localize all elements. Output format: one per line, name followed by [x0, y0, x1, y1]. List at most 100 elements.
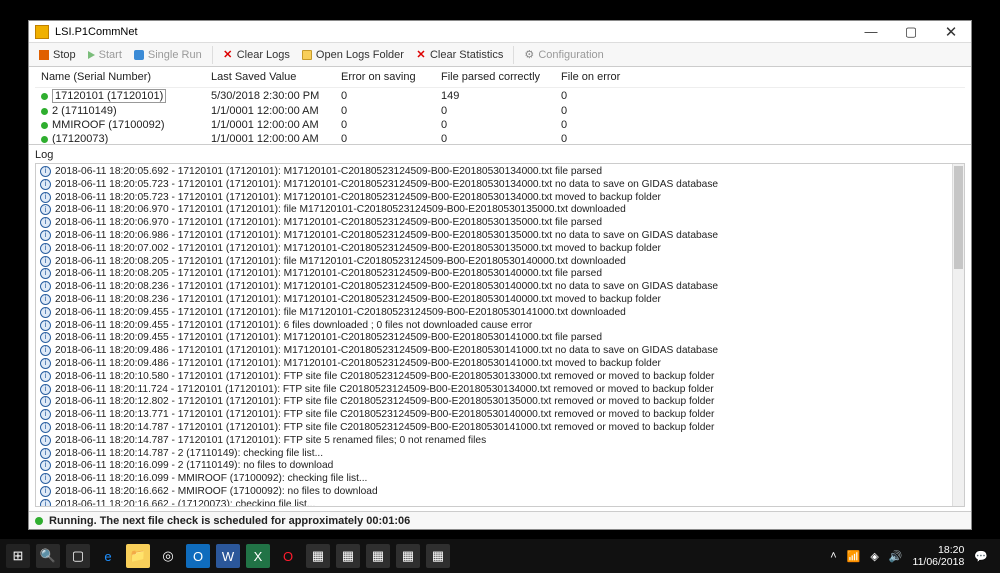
log-line[interactable]: i2018-06-11 18:20:06.986 - 17120101 (171…	[40, 230, 948, 243]
app-icon	[35, 25, 49, 39]
app-task-icon[interactable]: ▦	[306, 544, 330, 568]
log-line[interactable]: i2018-06-11 18:20:16.662 - (17120073): c…	[40, 499, 948, 506]
info-icon: i	[40, 384, 51, 395]
task-view-icon[interactable]: ▢	[66, 544, 90, 568]
status-dot-icon	[35, 517, 43, 525]
clock[interactable]: 18:20 11/06/2018	[913, 544, 965, 568]
app-task-icon[interactable]: ▦	[336, 544, 360, 568]
col-parsed-ok[interactable]: File parsed correctly	[435, 69, 555, 88]
chrome-icon[interactable]: ◎	[156, 544, 180, 568]
play-icon	[88, 51, 95, 59]
file-explorer-icon[interactable]: 📁	[126, 544, 150, 568]
log-line[interactable]: i2018-06-11 18:20:11.724 - 17120101 (171…	[40, 384, 948, 397]
info-icon: i	[40, 307, 51, 318]
table-row[interactable]: MMIROOF (17100092)1/1/0001 12:00:00 AM00…	[35, 118, 965, 132]
info-icon: i	[40, 294, 51, 305]
word-icon[interactable]: W	[216, 544, 240, 568]
log-line[interactable]: i2018-06-11 18:20:08.205 - 17120101 (171…	[40, 268, 948, 281]
close-button[interactable]: ✕	[931, 21, 971, 43]
info-icon: i	[40, 192, 51, 203]
maximize-button[interactable]: ▢	[891, 21, 931, 43]
log-line[interactable]: i2018-06-11 18:20:09.455 - 17120101 (171…	[40, 332, 948, 345]
app-window: LSI.P1CommNet — ▢ ✕ Stop Start Single Ru…	[28, 20, 972, 530]
log-line[interactable]: i2018-06-11 18:20:16.662 - MMIROOF (1710…	[40, 486, 948, 499]
scrollbar[interactable]	[952, 164, 964, 506]
col-file-error[interactable]: File on error	[555, 69, 965, 88]
system-tray[interactable]: ˄ 📶 ◈ 🔊 18:20 11/06/2018 💬	[830, 544, 994, 568]
opera-icon[interactable]: O	[276, 544, 300, 568]
log-line[interactable]: i2018-06-11 18:20:10.580 - 17120101 (171…	[40, 371, 948, 384]
minimize-button[interactable]: —	[851, 21, 891, 43]
notifications-icon[interactable]: 💬	[974, 550, 988, 563]
wifi-icon[interactable]: ◈	[870, 550, 878, 563]
log-line[interactable]: i2018-06-11 18:20:06.970 - 17120101 (171…	[40, 217, 948, 230]
status-dot-icon	[41, 122, 48, 129]
log-line[interactable]: i2018-06-11 18:20:13.771 - 17120101 (171…	[40, 409, 948, 422]
log-line[interactable]: i2018-06-11 18:20:08.236 - 17120101 (171…	[40, 294, 948, 307]
info-icon: i	[40, 448, 51, 459]
log-line[interactable]: i2018-06-11 18:20:05.723 - 17120101 (171…	[40, 192, 948, 205]
log-line[interactable]: i2018-06-11 18:20:14.787 - 17120101 (171…	[40, 435, 948, 448]
table-row[interactable]: (17120073)1/1/0001 12:00:00 AM000	[35, 132, 965, 145]
x-icon: ✕	[223, 50, 233, 60]
clear-logs-button[interactable]: ✕Clear Logs	[217, 47, 296, 63]
log-line[interactable]: i2018-06-11 18:20:09.486 - 17120101 (171…	[40, 358, 948, 371]
log-line[interactable]: i2018-06-11 18:20:09.486 - 17120101 (171…	[40, 345, 948, 358]
col-last-saved[interactable]: Last Saved Value	[205, 69, 335, 88]
info-icon: i	[40, 268, 51, 279]
log-line[interactable]: i2018-06-11 18:20:08.236 - 17120101 (171…	[40, 281, 948, 294]
gear-icon: ⚙	[524, 50, 534, 60]
info-icon: i	[40, 320, 51, 331]
app-task-icon[interactable]: ▦	[426, 544, 450, 568]
col-name[interactable]: Name (Serial Number)	[35, 69, 205, 88]
start-button[interactable]: ⊞	[6, 544, 30, 568]
log-list[interactable]: i2018-06-11 18:20:05.692 - 17120101 (171…	[36, 164, 952, 506]
info-icon: i	[40, 345, 51, 356]
scrollbar-thumb[interactable]	[954, 166, 963, 269]
status-dot-icon	[41, 93, 48, 100]
info-icon: i	[40, 358, 51, 369]
single-run-button[interactable]: Single Run	[128, 47, 208, 63]
info-icon: i	[40, 435, 51, 446]
log-line[interactable]: i2018-06-11 18:20:08.205 - 17120101 (171…	[40, 256, 948, 269]
configuration-button[interactable]: ⚙Configuration	[518, 47, 609, 63]
outlook-icon[interactable]: O	[186, 544, 210, 568]
log-line[interactable]: i2018-06-11 18:20:14.787 - 17120101 (171…	[40, 422, 948, 435]
network-icon[interactable]: 📶	[847, 550, 861, 563]
device-grid[interactable]: Name (Serial Number) Last Saved Value Er…	[29, 67, 971, 145]
clear-stats-button[interactable]: ✕Clear Statistics	[410, 47, 509, 63]
chevron-up-icon[interactable]: ˄	[830, 550, 836, 562]
app-task-icon[interactable]: ▦	[366, 544, 390, 568]
log-line[interactable]: i2018-06-11 18:20:14.787 - 2 (17110149):…	[40, 448, 948, 461]
table-row[interactable]: 2 (17110149)1/1/0001 12:00:00 AM000	[35, 104, 965, 118]
log-line[interactable]: i2018-06-11 18:20:16.099 - MMIROOF (1710…	[40, 473, 948, 486]
log-label: Log	[29, 145, 971, 163]
log-line[interactable]: i2018-06-11 18:20:05.692 - 17120101 (171…	[40, 166, 948, 179]
folder-icon	[302, 50, 312, 60]
col-error-saving[interactable]: Error on saving	[335, 69, 435, 88]
log-line[interactable]: i2018-06-11 18:20:07.002 - 17120101 (171…	[40, 243, 948, 256]
log-line[interactable]: i2018-06-11 18:20:09.455 - 17120101 (171…	[40, 307, 948, 320]
log-line[interactable]: i2018-06-11 18:20:06.970 - 17120101 (171…	[40, 204, 948, 217]
log-line[interactable]: i2018-06-11 18:20:16.099 - 2 (17110149):…	[40, 460, 948, 473]
open-logs-folder-button[interactable]: Open Logs Folder	[296, 47, 410, 63]
info-icon: i	[40, 204, 51, 215]
search-icon[interactable]: 🔍	[36, 544, 60, 568]
status-text: Running. The next file check is schedule…	[49, 515, 410, 527]
start-button[interactable]: Start	[82, 47, 128, 63]
info-icon: i	[40, 409, 51, 420]
log-line[interactable]: i2018-06-11 18:20:12.802 - 17120101 (171…	[40, 396, 948, 409]
info-icon: i	[40, 217, 51, 228]
titlebar[interactable]: LSI.P1CommNet — ▢ ✕	[29, 21, 971, 43]
app-task-icon[interactable]: ▦	[396, 544, 420, 568]
taskbar[interactable]: ⊞ 🔍 ▢ e 📁 ◎ O W X O ▦ ▦ ▦ ▦ ▦ ˄ 📶 ◈ 🔊 18…	[0, 539, 1000, 573]
edge-icon[interactable]: e	[96, 544, 120, 568]
info-icon: i	[40, 230, 51, 241]
volume-icon[interactable]: 🔊	[889, 550, 903, 563]
table-row[interactable]: 17120101 (17120101)5/30/2018 2:30:00 PM0…	[35, 88, 965, 105]
info-icon: i	[40, 332, 51, 343]
excel-icon[interactable]: X	[246, 544, 270, 568]
stop-button[interactable]: Stop	[33, 47, 82, 63]
log-line[interactable]: i2018-06-11 18:20:09.455 - 17120101 (171…	[40, 320, 948, 333]
log-line[interactable]: i2018-06-11 18:20:05.723 - 17120101 (171…	[40, 179, 948, 192]
